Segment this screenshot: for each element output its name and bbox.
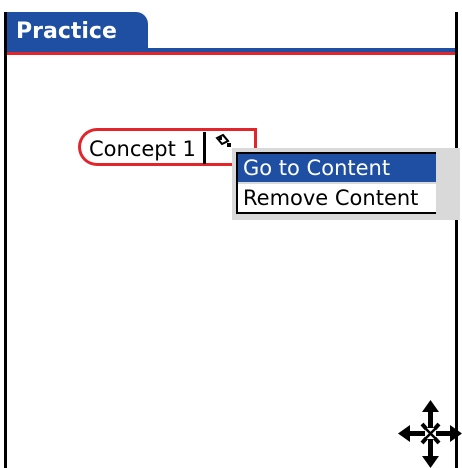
content-link-icon: [215, 133, 231, 147]
menu-item-go-to-content[interactable]: Go to Content: [236, 154, 436, 182]
menu-item-remove-content[interactable]: Remove Content: [236, 184, 436, 212]
context-menu: Go to Content Remove Content: [232, 148, 460, 220]
menu-shadow: [436, 152, 460, 220]
frame-left-border: [4, 12, 7, 468]
screen: Practice Concept 1 Go to Content Remove …: [0, 0, 462, 468]
move-cursor-icon[interactable]: [398, 400, 462, 468]
title-underline-accent: [7, 52, 455, 55]
concept-label: Concept 1: [89, 137, 196, 161]
page-title: Practice: [16, 19, 117, 44]
title-bar[interactable]: Practice: [7, 12, 148, 48]
concept-node[interactable]: Concept 1: [78, 128, 206, 166]
